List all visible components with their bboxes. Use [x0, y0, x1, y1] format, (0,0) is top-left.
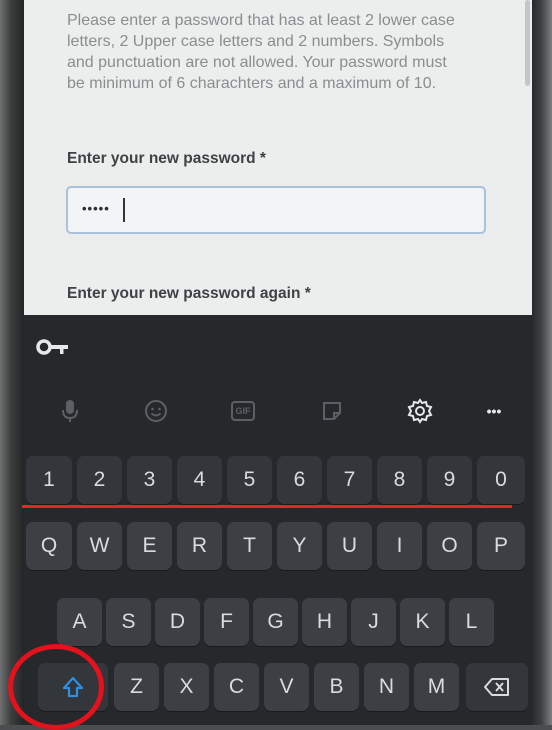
- key-z[interactable]: Z: [114, 663, 159, 711]
- key-0[interactable]: 0: [477, 456, 525, 504]
- red-circle-annotation: [8, 644, 104, 730]
- key-3[interactable]: 3: [127, 456, 172, 504]
- key-y[interactable]: Y: [277, 522, 322, 570]
- key-p[interactable]: P: [477, 522, 525, 570]
- key-a[interactable]: A: [57, 598, 102, 646]
- password-mask: •••••: [82, 201, 110, 216]
- key-q[interactable]: Q: [26, 522, 72, 570]
- confirm-password-label: Enter your new password again *: [67, 285, 311, 302]
- key-e[interactable]: E: [127, 522, 172, 570]
- key-i[interactable]: I: [377, 522, 422, 570]
- key-f[interactable]: F: [204, 598, 249, 646]
- letter-row-2: A S D F G H J K L: [24, 598, 532, 648]
- gif-label: GIF: [231, 401, 255, 421]
- letter-row-1: Q W E R T Y U I O P: [24, 522, 532, 572]
- key-9[interactable]: 9: [427, 456, 472, 504]
- key-b[interactable]: B: [314, 663, 359, 711]
- key-c[interactable]: C: [214, 663, 259, 711]
- key-n[interactable]: N: [364, 663, 409, 711]
- key-s[interactable]: S: [106, 598, 151, 646]
- sticker-icon[interactable]: [316, 395, 348, 427]
- key-2[interactable]: 2: [77, 456, 122, 504]
- key-o[interactable]: O: [427, 522, 472, 570]
- key-r[interactable]: R: [177, 522, 222, 570]
- more-icon[interactable]: •••: [478, 395, 510, 427]
- backspace-icon: [484, 678, 509, 696]
- red-underline-annotation: [22, 505, 512, 508]
- password-instructions: Please enter a password that has at leas…: [67, 10, 492, 94]
- settings-icon[interactable]: [404, 395, 436, 427]
- key-7[interactable]: 7: [327, 456, 372, 504]
- gif-icon[interactable]: GIF: [227, 395, 259, 427]
- new-password-input[interactable]: •••••: [66, 186, 486, 234]
- microphone-icon[interactable]: [54, 395, 86, 427]
- key-4[interactable]: 4: [177, 456, 222, 504]
- password-key-icon[interactable]: [36, 335, 70, 359]
- instruction-line: Please enter a password that has at leas…: [67, 12, 455, 29]
- emoji-icon[interactable]: [140, 395, 172, 427]
- key-h[interactable]: H: [302, 598, 347, 646]
- key-d[interactable]: D: [155, 598, 200, 646]
- instruction-line: be minimum of 6 charachters and a maximu…: [67, 75, 437, 92]
- keyboard-suggestion-strip: [24, 315, 532, 379]
- key-g[interactable]: G: [253, 598, 298, 646]
- key-8[interactable]: 8: [377, 456, 422, 504]
- key-j[interactable]: J: [351, 598, 396, 646]
- instruction-line: and punctuation are not allowed. Your pa…: [67, 54, 447, 71]
- key-v[interactable]: V: [264, 663, 309, 711]
- number-row: 1 2 3 4 5 6 7 8 9 0: [24, 456, 532, 506]
- key-5[interactable]: 5: [227, 456, 272, 504]
- key-m[interactable]: M: [414, 663, 459, 711]
- instruction-line: letters, 2 Upper case letters and 2 numb…: [67, 33, 445, 50]
- keyboard-toolbar: GIF •••: [24, 385, 532, 437]
- web-page: Please enter a password that has at leas…: [24, 0, 532, 315]
- phone-screen: Please enter a password that has at leas…: [24, 0, 532, 725]
- key-6[interactable]: 6: [277, 456, 322, 504]
- soft-keyboard: GIF ••• 1 2 3 4 5 6 7 8 9 0 Q W E R T Y …: [24, 315, 532, 725]
- key-1[interactable]: 1: [26, 456, 72, 504]
- key-u[interactable]: U: [327, 522, 372, 570]
- key-t[interactable]: T: [227, 522, 272, 570]
- key-w[interactable]: W: [77, 522, 122, 570]
- backspace-key[interactable]: [466, 663, 528, 711]
- text-caret: [123, 198, 125, 222]
- key-l[interactable]: L: [449, 598, 494, 646]
- scrollbar-thumb[interactable]: [525, 0, 530, 86]
- key-x[interactable]: X: [164, 663, 209, 711]
- key-k[interactable]: K: [400, 598, 445, 646]
- new-password-label: Enter your new password *: [67, 150, 266, 167]
